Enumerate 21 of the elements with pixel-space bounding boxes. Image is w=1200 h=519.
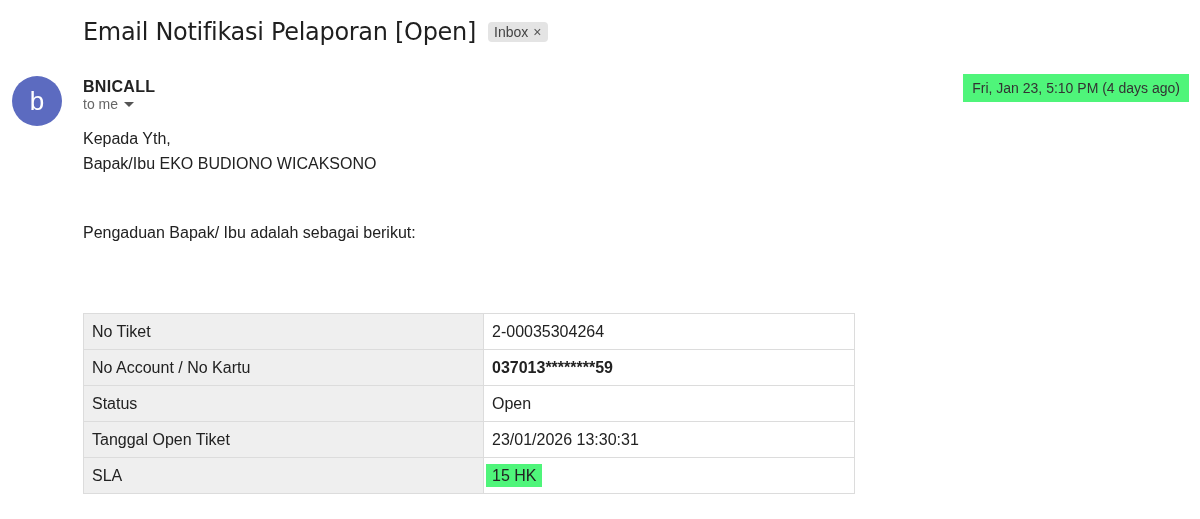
table-cell: Open: [492, 394, 532, 412]
greeting-line: Bapak/Ibu EKO BUDIONO WICAKSONO: [83, 154, 378, 174]
message-date: Fri, Jan 23, 5:10 PM (4 days ago): [963, 74, 1189, 102]
inbox-label[interactable]: Inbox ×: [488, 22, 548, 42]
sender-name: BNICALL: [83, 78, 156, 96]
greeting-line: Kepada Yth,: [83, 129, 172, 149]
table-cell: 15 HK: [486, 463, 543, 487]
table-cell: Status: [83, 385, 484, 422]
table-cell: 037013********59: [492, 358, 613, 376]
table-cell: 23/01/2026 13:30:31: [492, 430, 639, 448]
dropdown-icon[interactable]: [124, 101, 134, 107]
sender-avatar: b: [12, 76, 62, 126]
recipient-text[interactable]: to me: [83, 96, 118, 112]
table-cell: Tanggal Open Tiket: [83, 421, 484, 458]
table-cell: 2-00035304264: [492, 322, 605, 340]
remove-label-button[interactable]: ×: [533, 24, 542, 40]
table-cell: SLA: [83, 457, 484, 494]
table-cell: No Tiket: [83, 313, 484, 350]
email-subject: Email Notifikasi Pelaporan [Open]: [83, 18, 477, 46]
table-cell: No Account / No Kartu: [83, 349, 484, 386]
intro-text: Pengaduan Bapak/ Ibu adalah sebagai berikut:: [83, 223, 417, 243]
